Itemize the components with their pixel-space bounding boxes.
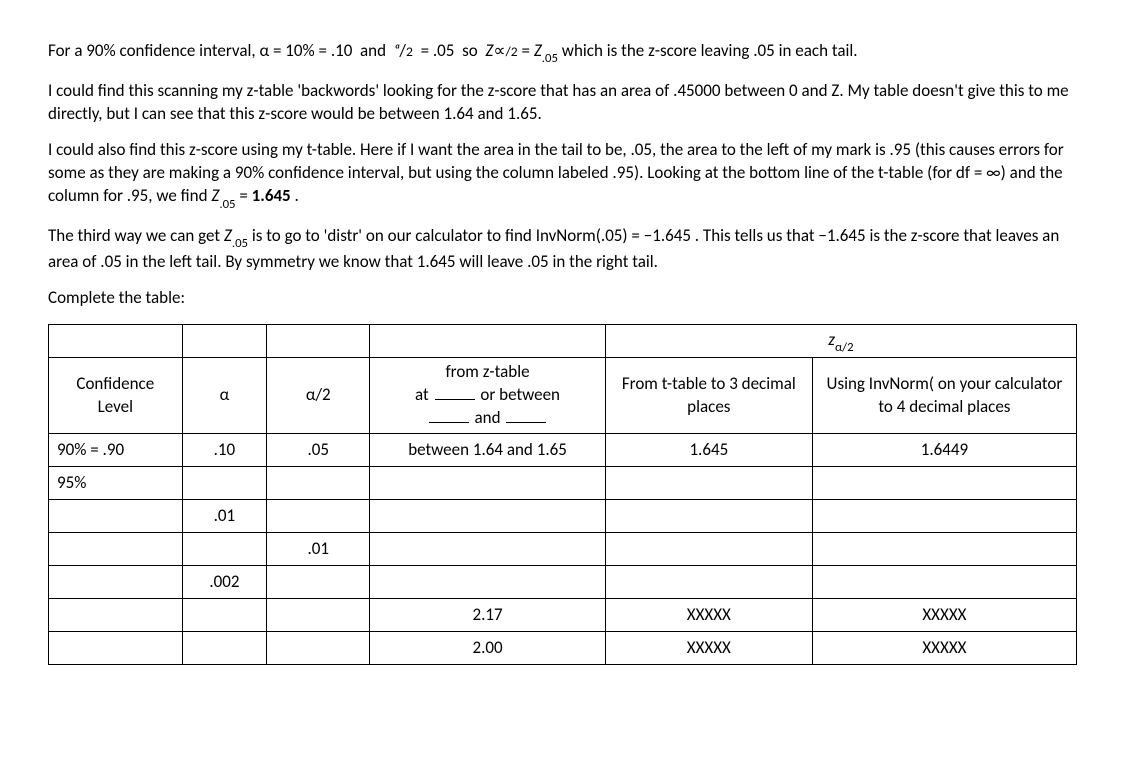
table-row: .01	[49, 533, 1077, 566]
th-alpha2: α/2	[267, 358, 370, 434]
text: .	[291, 185, 299, 206]
cell-conf: 90% = .90	[49, 434, 183, 467]
cell: .002	[182, 566, 267, 599]
cell: .05	[267, 434, 370, 467]
paragraph-1: For a 90% confidence interval, α = 10% =…	[48, 40, 1077, 66]
cell	[370, 467, 606, 500]
text: which is the z-score leaving .05 in each…	[558, 40, 858, 61]
cell	[812, 500, 1076, 533]
cell: XXXXX	[812, 632, 1076, 665]
math: Z.05	[211, 185, 235, 206]
table-row: 95%	[49, 467, 1077, 500]
cell-conf	[49, 533, 183, 566]
cell	[812, 566, 1076, 599]
paragraph-5: Complete the table:	[48, 287, 1077, 310]
cell: .01	[182, 500, 267, 533]
table-row: .01	[49, 500, 1077, 533]
cell	[267, 632, 370, 665]
cell	[182, 533, 267, 566]
cell	[605, 467, 812, 500]
cell	[370, 566, 606, 599]
cell	[182, 599, 267, 632]
cell	[605, 566, 812, 599]
th-ztable: from z-table at or between and	[370, 358, 606, 434]
paragraph-3: I could also find this z-score using my …	[48, 139, 1077, 210]
cell	[267, 599, 370, 632]
cell: .10	[182, 434, 267, 467]
table-row: .002	[49, 566, 1077, 599]
cell	[182, 467, 267, 500]
table-row: 2.00 XXXXX XXXXX	[49, 632, 1077, 665]
cell	[605, 500, 812, 533]
cell-conf	[49, 632, 183, 665]
cell: XXXXX	[812, 599, 1076, 632]
cell	[267, 467, 370, 500]
cell	[267, 500, 370, 533]
confidence-table: zα/2 ConfidenceLevel α α/2 from z-table …	[48, 324, 1077, 665]
cell	[370, 500, 606, 533]
cell: 1.645	[605, 434, 812, 467]
th-ttable: From t-table to 3 decimal places	[605, 358, 812, 434]
cell: XXXXX	[605, 599, 812, 632]
cell-conf	[49, 599, 183, 632]
value: 1.645	[252, 185, 291, 206]
cell: 1.6449	[812, 434, 1076, 467]
cell-conf: 95%	[49, 467, 183, 500]
cell	[605, 533, 812, 566]
math-expr: α = 10% = .10 and ᵅ/2 = .05 so Z∝/2 = Z.…	[259, 40, 557, 61]
text: For a 90% confidence interval,	[48, 40, 259, 61]
cell: 2.17	[370, 599, 606, 632]
cell	[812, 467, 1076, 500]
cell	[812, 533, 1076, 566]
cell: XXXXX	[605, 632, 812, 665]
text: I could also find this z-score using my …	[48, 139, 1064, 206]
paragraph-2: I could find this scanning my z-table 'b…	[48, 80, 1077, 126]
table-row-headers: ConfidenceLevel α α/2 from z-table at or…	[49, 358, 1077, 434]
text: =	[236, 185, 252, 206]
cell: 2.00	[370, 632, 606, 665]
th-alpha: α	[182, 358, 267, 434]
cell: between 1.64 and 1.65	[370, 434, 606, 467]
th-conf: ConfidenceLevel	[49, 358, 183, 434]
paragraph-4: The third way we can get Z.05 is to go t…	[48, 225, 1077, 274]
cell	[182, 632, 267, 665]
table-row: 2.17 XXXXX XXXXX	[49, 599, 1077, 632]
cell	[370, 533, 606, 566]
text: The third way we can get	[48, 225, 224, 246]
th-invnorm: Using InvNorm( on your calculator to 4 d…	[812, 358, 1076, 434]
cell-conf	[49, 566, 183, 599]
cell	[267, 566, 370, 599]
table-row-top: zα/2	[49, 325, 1077, 358]
cell: .01	[267, 533, 370, 566]
table-row: 90% = .90 .10 .05 between 1.64 and 1.65 …	[49, 434, 1077, 467]
cell-conf	[49, 500, 183, 533]
math: Z.05	[224, 225, 248, 246]
z-header: zα/2	[605, 325, 1076, 358]
